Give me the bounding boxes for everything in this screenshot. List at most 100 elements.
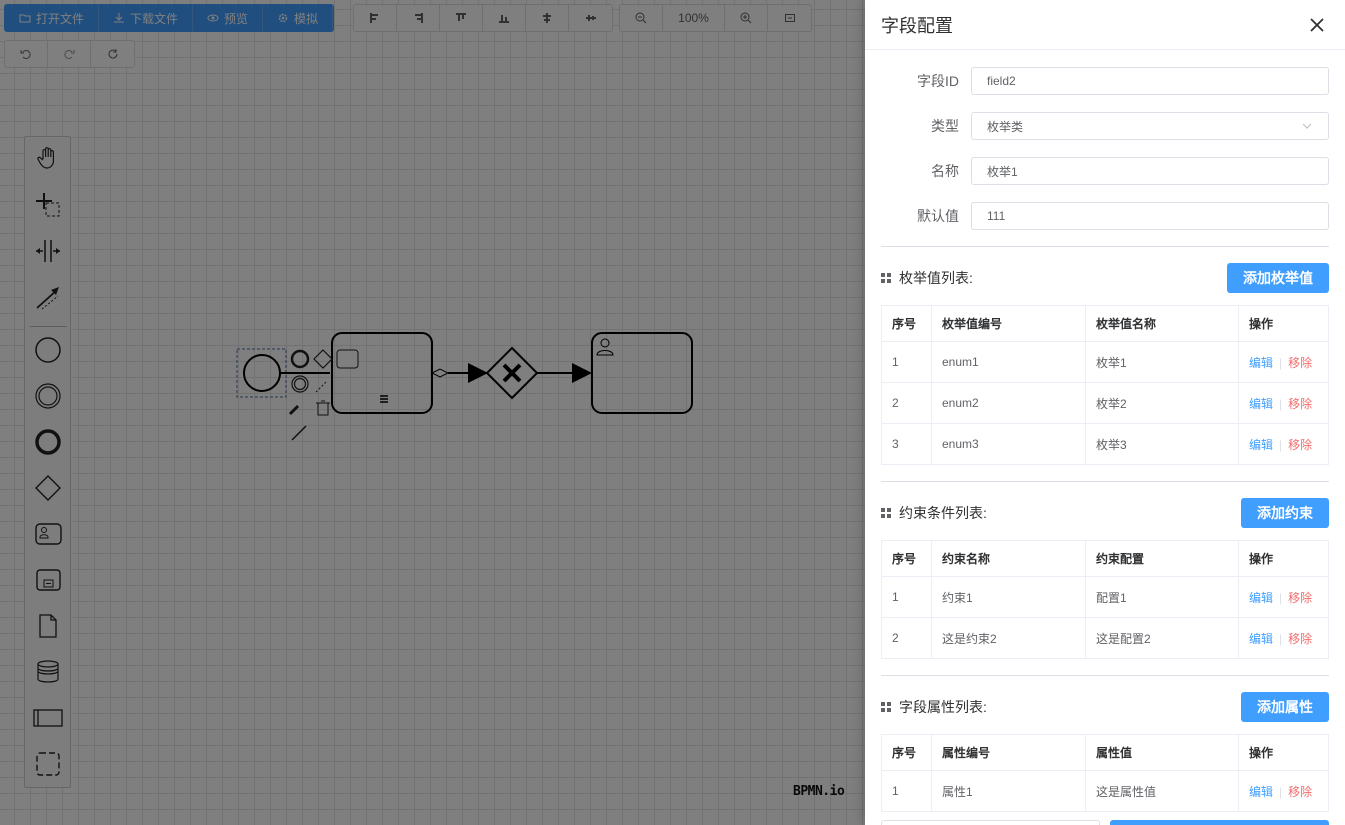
simulate-button[interactable]: 模拟 (263, 5, 334, 31)
append-task-icon[interactable] (336, 349, 359, 369)
append-gateway-icon[interactable] (313, 349, 333, 369)
divider (881, 481, 1329, 482)
zoom-in-button[interactable] (725, 5, 768, 31)
delete-link[interactable]: 移除 (1288, 397, 1312, 411)
data-store-icon (37, 660, 59, 683)
column-header: 序号 (881, 540, 932, 577)
create-user-task[interactable] (33, 519, 63, 549)
subprocess-task[interactable] (331, 332, 433, 414)
edit-link[interactable]: 编辑 (1249, 632, 1273, 646)
create-pool[interactable] (33, 703, 63, 733)
undo-button[interactable] (5, 41, 48, 67)
align-bottom-icon (499, 15, 509, 23)
subprocess-marker-icon (380, 395, 388, 403)
zoom-in-icon (740, 12, 752, 24)
tool-palette (24, 136, 71, 788)
create-group[interactable] (33, 749, 63, 779)
delete-link[interactable]: 移除 (1288, 785, 1312, 799)
edit-link[interactable]: 编辑 (1249, 785, 1273, 799)
table-row: 1 enum1 枚举1 编辑 | 移除 (881, 341, 1329, 383)
zoom-out-icon (635, 12, 647, 24)
connect-arrow-icon[interactable] (291, 425, 307, 441)
create-data-store[interactable] (33, 657, 63, 687)
space-tool[interactable] (33, 236, 63, 266)
hand-icon (37, 147, 54, 169)
column-header: 操作 (1238, 734, 1329, 771)
property-section-title: 字段属性列表: (899, 699, 987, 715)
delete-link[interactable]: 移除 (1288, 438, 1312, 452)
delete-link[interactable]: 移除 (1288, 632, 1312, 646)
field-default-input[interactable]: 111 (971, 202, 1329, 230)
connect-icon (36, 287, 59, 310)
fit-view-button[interactable] (768, 5, 811, 31)
align-center-button[interactable] (526, 5, 569, 31)
add-property-button[interactable]: 添加属性 (1241, 692, 1329, 722)
align-top-button[interactable] (440, 5, 483, 31)
column-header: 约束配置 (1085, 540, 1239, 577)
close-button[interactable] (1305, 13, 1329, 37)
create-data-object[interactable] (33, 611, 63, 641)
end-event-icon (35, 429, 61, 455)
edit-link[interactable]: 编辑 (1249, 356, 1273, 370)
align-left-button[interactable] (354, 5, 397, 31)
align-right-icon (415, 13, 423, 23)
add-constraint-button[interactable]: 添加约束 (1241, 498, 1329, 528)
zoom-out-button[interactable] (620, 5, 663, 31)
create-subprocess[interactable] (33, 565, 63, 595)
preview-button[interactable]: 预览 (193, 5, 264, 31)
column-header: 序号 (881, 734, 932, 771)
align-right-button[interactable] (397, 5, 440, 31)
field-type-select[interactable]: 枚举类 (971, 112, 1329, 140)
align-center-icon (543, 13, 551, 23)
create-end-event[interactable] (33, 427, 63, 457)
trash-icon[interactable] (316, 400, 330, 416)
column-header: 序号 (881, 305, 932, 342)
edit-link[interactable]: 编辑 (1249, 397, 1273, 411)
property-section-header: 字段属性列表: 添加属性 (881, 692, 1329, 722)
file-toolbar: 打开文件 下载文件 预览 模拟 (4, 4, 335, 32)
zoom-toolbar: 100% (619, 4, 812, 32)
field-id-input[interactable]: field2 (971, 67, 1329, 95)
chevron-down-icon (1302, 123, 1312, 129)
delete-link[interactable]: 移除 (1288, 591, 1312, 605)
wrench-icon[interactable] (288, 404, 300, 416)
grid-icon (881, 508, 891, 518)
grid-icon (881, 273, 891, 283)
redo-button[interactable] (48, 41, 91, 67)
create-gateway[interactable] (33, 473, 63, 503)
hand-tool[interactable] (33, 143, 63, 173)
start-event[interactable] (243, 354, 281, 392)
data-object-icon (39, 614, 57, 638)
delete-link[interactable]: 移除 (1288, 356, 1312, 370)
append-end-event-icon[interactable] (290, 349, 310, 369)
table-row: 3 enum3 枚举3 编辑 | 移除 (881, 423, 1329, 465)
align-bottom-button[interactable] (483, 5, 526, 31)
reset-button[interactable] (91, 41, 134, 67)
append-text-annotation-icon[interactable] (315, 381, 327, 393)
start-event-icon (35, 337, 61, 363)
open-file-button[interactable]: 打开文件 (5, 5, 100, 31)
constraint-table: 序号 约束名称 约束配置 操作 1 约束1 配置1 编辑 | 移除 2 这是约束2 … (881, 540, 1329, 659)
history-toolbar (4, 40, 135, 68)
field-name-row: 名称 枚举1 (881, 157, 1329, 185)
field-default-row: 默认值 111 (881, 202, 1329, 230)
bpmn-logo[interactable]: BPMN.io (793, 784, 845, 799)
user-task[interactable] (591, 332, 693, 414)
download-icon (114, 13, 125, 23)
create-start-event[interactable] (33, 335, 63, 365)
create-intermediate-event[interactable] (33, 381, 63, 411)
table-row: 1 属性1 这是属性值 编辑 | 移除 (881, 770, 1329, 812)
user-task-person-icon (596, 338, 614, 356)
pool-icon (33, 709, 63, 727)
edit-link[interactable]: 编辑 (1249, 591, 1273, 605)
cancel-button[interactable] (881, 820, 1100, 825)
download-file-button[interactable]: 下载文件 (99, 5, 194, 31)
lasso-tool[interactable] (33, 190, 63, 220)
global-connect-tool[interactable] (33, 282, 63, 312)
redo-icon (64, 50, 75, 59)
confirm-button[interactable] (1110, 820, 1329, 825)
align-middle-button[interactable] (569, 5, 612, 31)
field-name-input[interactable]: 枚举1 (971, 157, 1329, 185)
add-enum-button[interactable]: 添加枚举值 (1227, 263, 1329, 293)
edit-link[interactable]: 编辑 (1249, 438, 1273, 452)
